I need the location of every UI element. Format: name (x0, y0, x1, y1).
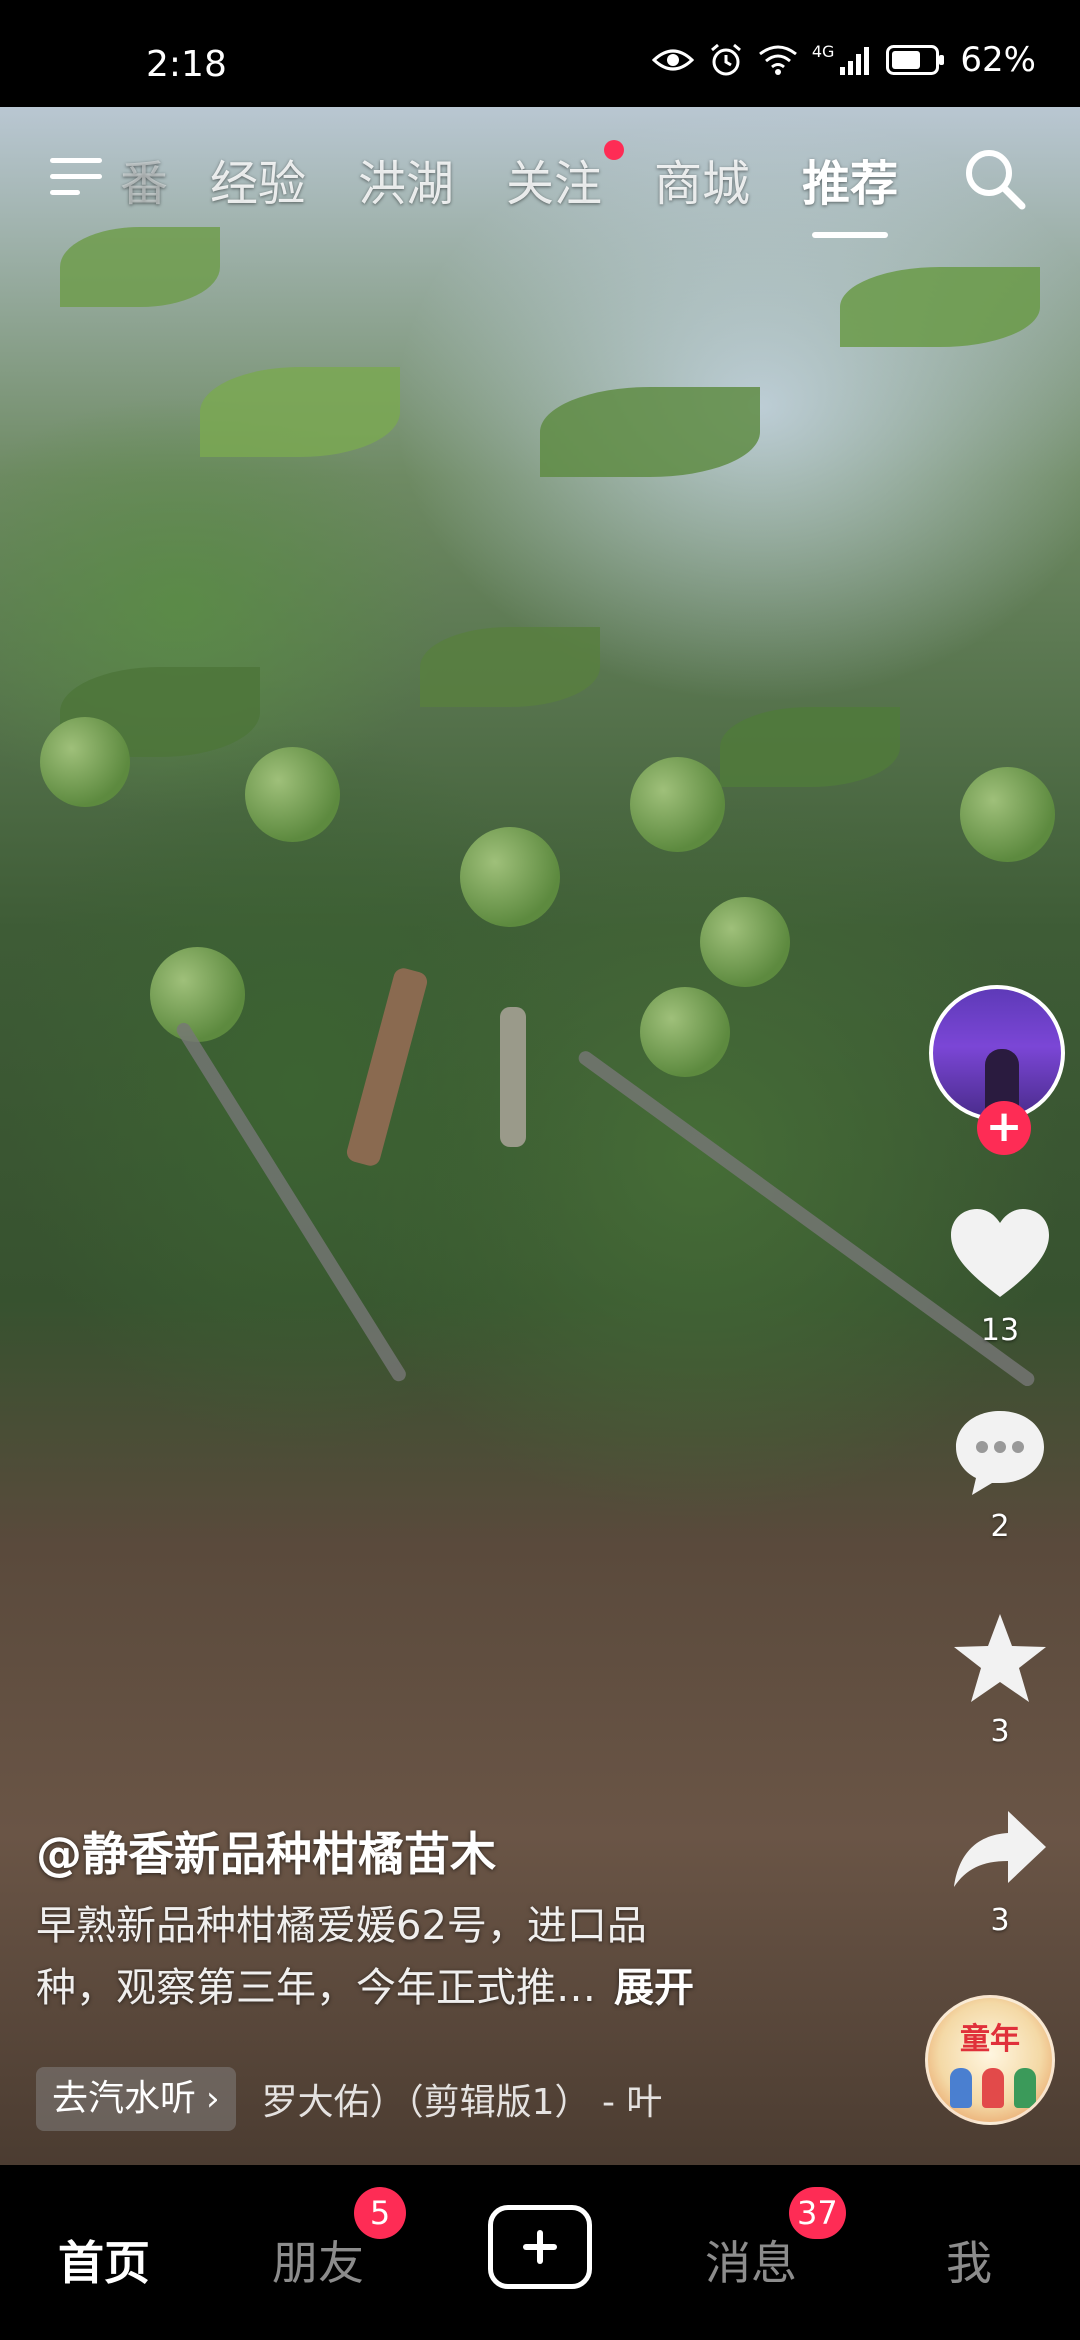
nav-messages[interactable]: 消息 37 (705, 2187, 846, 2293)
tab-recommend[interactable]: 推荐 (802, 144, 898, 238)
star-icon (954, 1614, 1046, 1702)
top-tabs: 番 经验 洪湖 关注 商城 推荐 (120, 140, 950, 238)
author-name[interactable]: @静香新品种柑橘苗木 (36, 1818, 496, 1884)
tab-mall[interactable]: 商城 (654, 144, 750, 214)
fruit-shape (460, 827, 560, 927)
tab-partial[interactable]: 番 (120, 144, 180, 214)
description-line-1: 早熟新品种柑橘爱媛62号，进口品 (36, 1903, 647, 1949)
nav-home[interactable]: 首页 (58, 2227, 150, 2293)
friends-badge: 5 (354, 2187, 406, 2239)
messages-badge: 37 (789, 2187, 846, 2239)
fruit-shape (960, 767, 1055, 862)
disc-figure (982, 2068, 1004, 2108)
video-description[interactable]: 早熟新品种柑橘爱媛62号，进口品 种，观察第三年，今年正式推… 展开 (36, 1895, 796, 2019)
nav-friends[interactable]: 朋友 5 (272, 2187, 406, 2293)
share-count: 3 (990, 1903, 1010, 1938)
tab-honghu[interactable]: 洪湖 (358, 144, 454, 214)
music-title[interactable]: 罗大佑）（剪辑版1） - 叶 (262, 2073, 762, 2125)
comment-count: 2 (990, 1509, 1010, 1544)
leaf-shape (60, 227, 220, 307)
create-button[interactable] (488, 2205, 592, 2289)
follow-button[interactable]: + (977, 1101, 1031, 1155)
comment-icon (956, 1411, 1044, 1495)
fruit-shape (630, 757, 725, 852)
fruit-shape (150, 947, 245, 1042)
top-nav: 番 经验 洪湖 关注 商城 推荐 (0, 140, 1080, 238)
like-action[interactable]: 13 (935, 1205, 1065, 1348)
status-bar: 2:18 4G 62% (0, 0, 1080, 107)
fruit-shape (640, 987, 730, 1077)
leaf-shape (720, 707, 900, 787)
menu-icon[interactable] (50, 152, 110, 202)
leaf-shape (540, 387, 760, 477)
music-disc-label: 童年 (960, 2022, 1020, 2057)
trunk-shape (500, 1007, 526, 1147)
nav-messages-label: 消息 (705, 2236, 797, 2290)
fruit-shape (40, 717, 130, 807)
leaf-shape (420, 627, 600, 707)
fruit-shape (700, 897, 790, 987)
music-row: 去汽水听 › 罗大佑）（剪辑版1） - 叶 (36, 2064, 762, 2134)
nav-friends-label: 朋友 (272, 2236, 364, 2290)
fruit-shape (245, 747, 340, 842)
status-time: 2:18 (146, 44, 227, 85)
signal-icon (840, 47, 870, 75)
music-disc[interactable]: 童年 (925, 1995, 1055, 2125)
chip-label: 去汽水听 (52, 2078, 197, 2119)
favorite-action[interactable]: 3 (935, 1610, 1065, 1749)
network-type: 4G (811, 41, 835, 61)
disc-figure (1014, 2068, 1036, 2108)
notification-dot (604, 140, 625, 160)
battery-percent: 62% (960, 40, 1036, 80)
tab-experience[interactable]: 经验 (210, 144, 306, 214)
battery-icon (886, 45, 945, 75)
search-icon[interactable] (960, 144, 1030, 214)
favorite-count: 3 (990, 1714, 1010, 1749)
alarm-icon (710, 43, 741, 76)
tab-following-label: 关注 (506, 156, 603, 212)
comment-action[interactable]: 2 (935, 1405, 1065, 1544)
eye-icon (651, 49, 694, 71)
nav-me[interactable]: 我 (946, 2227, 992, 2293)
wifi-icon (758, 45, 797, 75)
leaf-shape (840, 267, 1040, 347)
trunk-shape (344, 966, 430, 1168)
share-action[interactable]: 3 (935, 1805, 1065, 1938)
bottom-nav: 首页 朋友 5 消息 37 我 (0, 2165, 1080, 2340)
heart-icon (951, 1209, 1049, 1297)
tab-following[interactable]: 关注 (506, 140, 625, 214)
expand-button[interactable]: 展开 (614, 1965, 694, 2011)
leaf-shape (200, 367, 400, 457)
status-icons: 4G 62% (651, 40, 1036, 80)
share-icon (954, 1811, 1046, 1887)
disc-figure (950, 2068, 972, 2108)
open-qishui-chip[interactable]: 去汽水听 › (36, 2067, 236, 2131)
like-count: 13 (980, 1313, 1020, 1348)
chevron-right-icon: › (206, 2079, 220, 2119)
description-line-2: 种，观察第三年，今年正式推… (36, 1965, 596, 2011)
